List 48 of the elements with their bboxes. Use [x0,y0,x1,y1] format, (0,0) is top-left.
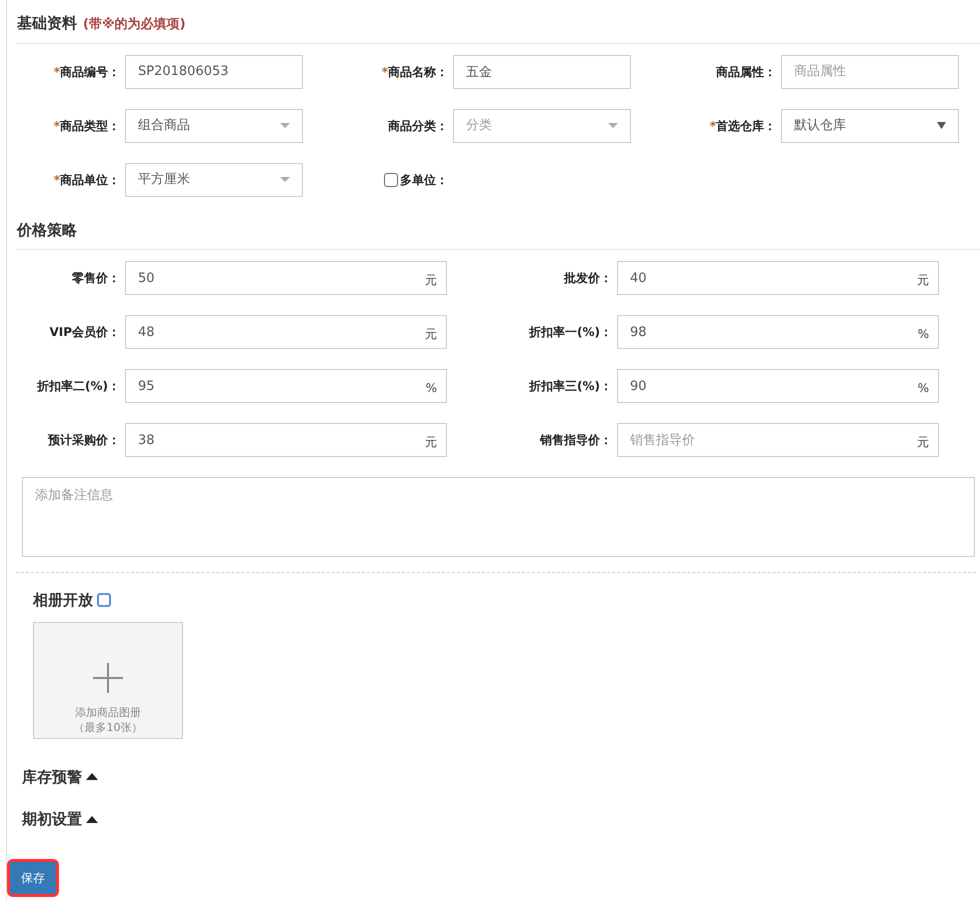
field-label: 折扣率三(%)： [529,378,613,395]
unit-label: 元 [917,434,929,451]
remarks-field[interactable]: 添加备注信息 [22,477,975,557]
field-label: 多单位： [400,172,448,188]
field-label: 商品分类： [388,118,449,134]
field-label: 折扣率一(%)： [529,324,613,341]
caret-icon [608,123,618,128]
field-label: *商品编号： [54,64,121,80]
album-title: 相册开放 [33,590,93,611]
field-label: *商品名称： [382,64,449,80]
upload-hint: 添加商品图册 （最多10张） [74,704,142,734]
field-label: 销售指导价： [540,432,613,449]
section-title: 基础资料 [17,13,77,34]
caret-icon [86,773,98,780]
save-button[interactable]: 保存 [7,858,59,896]
unit-label: 元 [425,434,437,451]
unit-label: % [426,380,437,397]
unit-label: % [918,326,929,343]
field-label: 批发价： [564,270,613,287]
unit-label: 元 [425,326,437,343]
field-label: 预计采购价： [48,432,121,449]
text-field[interactable]: 五金 [453,54,631,88]
field-label: VIP会员价： [49,324,121,341]
unit-label: % [918,380,929,397]
caret-icon [937,122,946,129]
field-label: *首选仓库： [710,118,777,134]
caret-icon [280,123,290,128]
section-toggle[interactable]: 期初设置 [22,808,980,830]
caret-icon [280,177,290,182]
field-label: *商品类型： [54,118,121,134]
field-label: 折扣率二(%)： [37,378,121,395]
checkbox[interactable] [97,593,111,608]
checkbox[interactable] [384,172,398,186]
select-field[interactable]: 默认仓库 [781,108,959,142]
required-note: (带※的为必填项) [83,16,186,34]
text-field[interactable]: 商品属性 [781,54,959,88]
unit-label: 元 [917,272,929,289]
unit-label: 元 [425,272,437,289]
select-field[interactable]: 组合商品 [125,108,303,142]
caret-icon [86,816,98,823]
field-label: 零售价： [72,270,121,287]
section-toggle[interactable]: 库存预警 [22,766,980,788]
text-field[interactable]: SP201806053 [125,54,303,88]
select-field[interactable]: 平方厘米 [125,162,303,196]
plus-icon [93,662,123,692]
section-title: 价格策略 [17,220,77,240]
field-label: *商品单位： [54,172,121,188]
field-label: 商品属性： [716,64,777,80]
